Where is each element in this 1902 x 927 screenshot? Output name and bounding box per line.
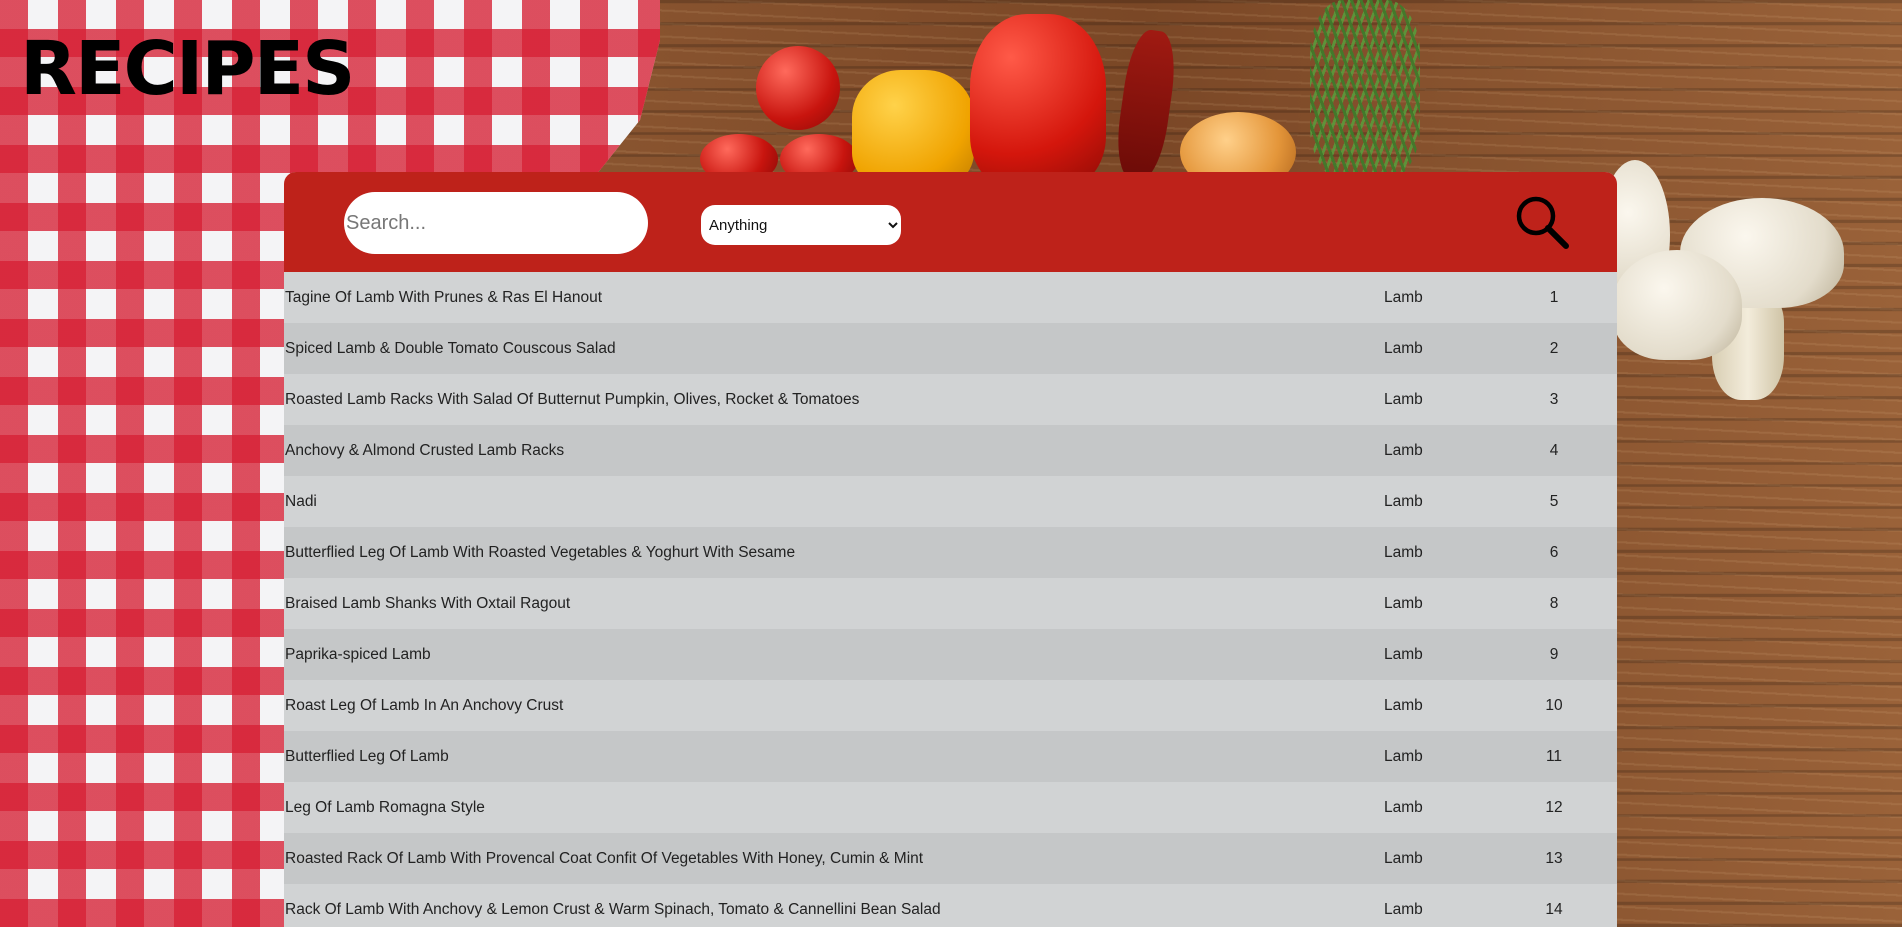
recipe-category: Lamb bbox=[1384, 441, 1423, 459]
recipe-category: Lamb bbox=[1384, 543, 1423, 561]
search-button[interactable] bbox=[1514, 194, 1570, 250]
recipe-row[interactable]: Braised Lamb Shanks With Oxtail Ragout La… bbox=[284, 578, 1617, 629]
recipe-panel: Anything Tagine Of Lamb With Prunes & Ra… bbox=[284, 172, 1617, 927]
recipe-name: Roasted Lamb Racks With Salad Of Buttern… bbox=[285, 390, 860, 408]
recipe-id: 5 bbox=[1549, 492, 1559, 510]
recipe-row[interactable]: Roasted Lamb Racks With Salad Of Buttern… bbox=[284, 374, 1617, 425]
recipe-category: Lamb bbox=[1384, 747, 1423, 765]
magnifier-icon bbox=[1516, 196, 1569, 249]
recipe-name: Butterflied Leg Of Lamb bbox=[285, 747, 449, 765]
recipe-row[interactable]: Roast Leg Of Lamb In An Anchovy Crust Lam… bbox=[284, 680, 1617, 731]
recipe-category: Lamb bbox=[1384, 645, 1423, 663]
yellow-pepper-image bbox=[852, 70, 974, 188]
recipe-row[interactable]: Anchovy & Almond Crusted Lamb Racks Lamb 4 bbox=[284, 425, 1617, 476]
recipe-name: Butterflied Leg Of Lamb With Roasted Veg… bbox=[285, 543, 796, 561]
recipe-category: Lamb bbox=[1384, 594, 1423, 612]
recipe-category: Lamb bbox=[1384, 798, 1423, 816]
recipe-name: Rack Of Lamb With Anchovy & Lemon Crust … bbox=[285, 900, 941, 918]
recipe-row[interactable]: Paprika-spiced Lamb Lamb 9 bbox=[284, 629, 1617, 680]
mushroom-image bbox=[1612, 250, 1742, 360]
page-title: RECIPES bbox=[20, 26, 355, 112]
recipe-id: 6 bbox=[1549, 543, 1559, 561]
recipe-row[interactable]: Leg Of Lamb Romagna Style Lamb 12 bbox=[284, 782, 1617, 833]
recipe-category: Lamb bbox=[1384, 390, 1423, 408]
recipe-row[interactable]: Spiced Lamb & Double Tomato Couscous Sal… bbox=[284, 323, 1617, 374]
recipe-id: 11 bbox=[1545, 747, 1563, 765]
recipe-name: Braised Lamb Shanks With Oxtail Ragout bbox=[285, 594, 571, 612]
recipe-category: Lamb bbox=[1384, 339, 1423, 357]
recipe-name: Nadi bbox=[285, 492, 317, 510]
recipe-row[interactable]: Nadi Lamb 5 bbox=[284, 476, 1617, 527]
recipe-name: Leg Of Lamb Romagna Style bbox=[285, 798, 485, 816]
recipe-row[interactable]: Tagine Of Lamb With Prunes & Ras El Hano… bbox=[284, 272, 1617, 323]
recipe-row[interactable]: Butterflied Leg Of Lamb With Roasted Veg… bbox=[284, 527, 1617, 578]
tomato-image bbox=[756, 46, 840, 130]
red-pepper-image bbox=[970, 14, 1106, 188]
filter-select[interactable]: Anything bbox=[701, 205, 901, 245]
recipe-id: 13 bbox=[1545, 849, 1563, 867]
recipe-name: Paprika-spiced Lamb bbox=[285, 645, 431, 663]
recipe-id: 10 bbox=[1545, 696, 1563, 714]
recipe-id: 4 bbox=[1549, 441, 1559, 459]
recipe-category: Lamb bbox=[1384, 288, 1423, 306]
recipe-name: Tagine Of Lamb With Prunes & Ras El Hano… bbox=[285, 288, 603, 306]
recipe-category: Lamb bbox=[1384, 492, 1423, 510]
recipe-id: 1 bbox=[1549, 288, 1559, 306]
recipe-id: 8 bbox=[1549, 594, 1559, 612]
recipe-category: Lamb bbox=[1384, 696, 1423, 714]
recipe-row[interactable]: Roasted Rack Of Lamb With Provencal Coat… bbox=[284, 833, 1617, 884]
recipe-name: Roast Leg Of Lamb In An Anchovy Crust bbox=[285, 696, 564, 714]
recipe-row[interactable]: Butterflied Leg Of Lamb Lamb 11 bbox=[284, 731, 1617, 782]
recipe-name: Anchovy & Almond Crusted Lamb Racks bbox=[285, 441, 565, 459]
recipe-list: Tagine Of Lamb With Prunes & Ras El Hano… bbox=[284, 272, 1617, 927]
recipe-id: 12 bbox=[1545, 798, 1563, 816]
recipe-id: 14 bbox=[1545, 900, 1563, 918]
recipe-name: Spiced Lamb & Double Tomato Couscous Sal… bbox=[285, 339, 616, 357]
recipe-category: Lamb bbox=[1384, 900, 1423, 918]
search-input[interactable] bbox=[344, 192, 648, 254]
recipe-name: Roasted Rack Of Lamb With Provencal Coat… bbox=[285, 849, 924, 867]
recipe-category: Lamb bbox=[1384, 849, 1423, 867]
recipe-id: 3 bbox=[1549, 390, 1559, 408]
search-bar: Anything bbox=[284, 172, 1617, 272]
recipe-id: 9 bbox=[1549, 645, 1559, 663]
rosemary-image bbox=[1310, 0, 1420, 180]
chili-image bbox=[1111, 27, 1181, 183]
recipe-row[interactable]: Rack Of Lamb With Anchovy & Lemon Crust … bbox=[284, 884, 1617, 927]
recipe-id: 2 bbox=[1549, 339, 1559, 357]
